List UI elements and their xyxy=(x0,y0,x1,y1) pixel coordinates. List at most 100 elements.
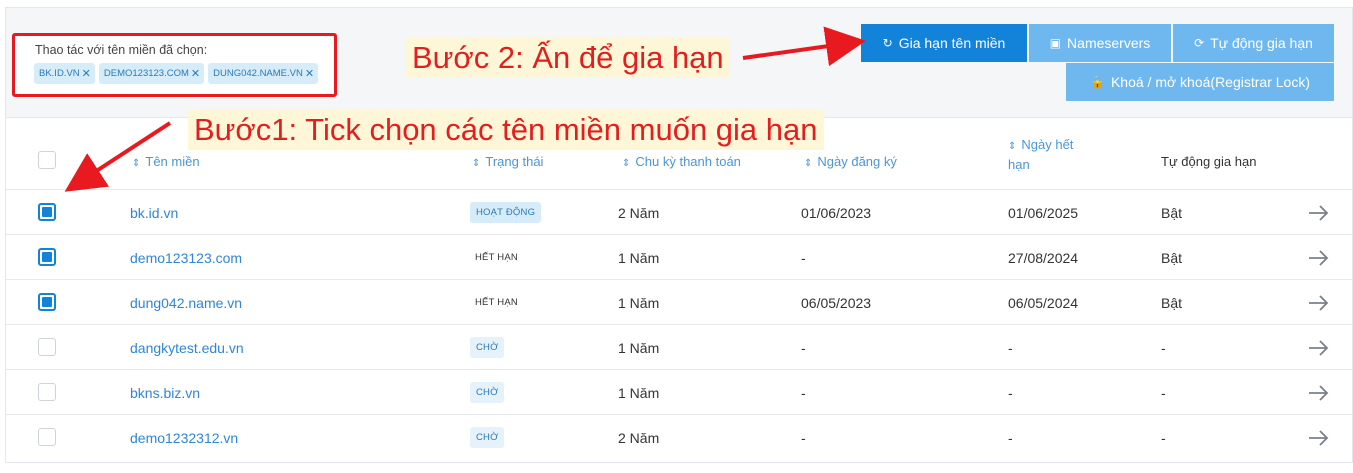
column-header-domain[interactable]: ⇕ Tên miền xyxy=(132,154,200,169)
sort-icon: ⇕ xyxy=(472,158,481,169)
step1-annotation: Bước1: Tick chọn các tên miền muốn gia h… xyxy=(188,110,824,150)
domain-name-cell[interactable]: demo1232312.vn xyxy=(130,415,238,460)
billing-cycle-cell: 1 Năm xyxy=(618,294,660,311)
expiry-date-cell: 01/06/2025 xyxy=(1008,204,1079,221)
registered-date-cell: - xyxy=(801,249,806,266)
status-cell: HOẠT ĐỘNG xyxy=(470,190,542,235)
status-cell: CHỜ xyxy=(470,325,505,370)
selected-domain-chips: BK.ID.VN ✕ DEMO123123.COM ✕ DUNG042.NAME.V… xyxy=(34,63,334,84)
status-badge: HẾT HẠN xyxy=(475,297,518,308)
row-detail-button[interactable] xyxy=(1308,280,1330,325)
table-row[interactable]: demo123123.com HẾT HẠN 1 Năm - 27/08/2024 Bật xyxy=(6,234,1352,279)
remove-chip-icon[interactable]: ✕ xyxy=(305,67,314,80)
auto-renew-button[interactable]: ⟳ Tự động gia hạn xyxy=(1173,24,1334,62)
domain-name-cell[interactable]: dangkytest.edu.vn xyxy=(130,325,244,370)
billing-cycle-cell: 1 Năm xyxy=(618,339,660,356)
row-checkbox[interactable] xyxy=(38,383,56,401)
status-badge: HẾT HẠN xyxy=(475,252,518,263)
status-badge: HOẠT ĐỘNG xyxy=(470,202,542,223)
selected-domain-chip[interactable]: DEMO123123.COM ✕ xyxy=(98,63,205,84)
expiry-date-cell: - xyxy=(1008,384,1013,401)
arrow-right-icon xyxy=(1309,384,1329,401)
column-header-expiry-date[interactable]: ⇕ Ngày hết hạn xyxy=(1008,136,1073,174)
domain-name-cell[interactable]: bkns.biz.vn xyxy=(130,370,200,415)
nameservers-button[interactable]: ▣ Nameservers xyxy=(1029,24,1171,62)
column-header-billing-cycle[interactable]: ⇕ Chu kỳ thanh toán xyxy=(622,154,741,169)
arrow-right-icon xyxy=(1309,204,1329,221)
status-cell: CHỜ xyxy=(470,370,505,415)
column-header-status[interactable]: ⇕ Trạng thái xyxy=(472,154,543,169)
refresh-icon: ↻ xyxy=(882,36,893,50)
row-checkbox[interactable] xyxy=(38,248,56,266)
remove-chip-icon[interactable]: ✕ xyxy=(82,67,91,80)
auto-renew-cell: - xyxy=(1161,339,1166,356)
registered-date-cell: - xyxy=(801,339,806,356)
row-checkbox[interactable] xyxy=(38,293,56,311)
renew-domain-button[interactable]: ↻ Gia hạn tên miền xyxy=(861,24,1027,62)
arrow-right-icon xyxy=(1309,294,1329,311)
row-detail-button[interactable] xyxy=(1308,415,1330,460)
row-detail-button[interactable] xyxy=(1308,370,1330,415)
domain-link[interactable]: dangkytest.edu.vn xyxy=(130,340,244,356)
domain-link[interactable]: demo1232312.vn xyxy=(130,430,238,446)
column-header-registered-date[interactable]: ⇕ Ngày đăng ký xyxy=(804,154,897,169)
remove-chip-icon[interactable]: ✕ xyxy=(191,67,200,80)
auto-renew-cell: Bật xyxy=(1161,204,1183,221)
domain-link[interactable]: demo123123.com xyxy=(130,250,242,266)
sync-icon: ⟳ xyxy=(1194,36,1205,50)
status-cell: HẾT HẠN xyxy=(470,280,523,325)
status-badge: CHỜ xyxy=(470,337,505,358)
registered-date-cell: - xyxy=(801,384,806,401)
selected-domains-box: Thao tác với tên miền đã chọn: BK.ID.VN ✕… xyxy=(12,33,337,97)
domain-name-cell[interactable]: bk.id.vn xyxy=(130,190,178,235)
expiry-date-cell: 06/05/2024 xyxy=(1008,294,1079,311)
registrar-lock-button[interactable]: 🔒 Khoá / mở khoá(Registrar Lock) xyxy=(1066,63,1334,101)
auto-renew-cell: Bật xyxy=(1161,294,1183,311)
billing-cycle-cell: 2 Năm xyxy=(618,204,660,221)
column-header-auto-renew: Tự động gia hạn xyxy=(1161,154,1257,169)
expiry-date-cell: 27/08/2024 xyxy=(1008,249,1079,266)
table-row[interactable]: dung042.name.vn HẾT HẠN 1 Năm 06/05/2023 06/… xyxy=(6,279,1352,324)
table-row[interactable]: bk.id.vn HOẠT ĐỘNG 2 Năm 01/06/2023 01/06/20… xyxy=(6,189,1352,234)
domain-link[interactable]: dung042.name.vn xyxy=(130,295,242,311)
domain-link[interactable]: bk.id.vn xyxy=(130,205,178,221)
domain-name-cell[interactable]: demo123123.com xyxy=(130,235,242,280)
table-row[interactable]: dangkytest.edu.vn CHỜ 1 Năm - - - xyxy=(6,324,1352,369)
selected-domains-title: Thao tác với tên miền đã chọn: xyxy=(35,43,208,57)
table-row[interactable]: demo1232312.vn CHỜ 2 Năm - - - xyxy=(6,414,1352,459)
selected-domain-chip[interactable]: DUNG042.NAME.VN ✕ xyxy=(208,63,319,84)
registered-date-cell: - xyxy=(801,429,806,446)
row-detail-button[interactable] xyxy=(1308,190,1330,235)
registered-date-cell: 06/05/2023 xyxy=(801,294,872,311)
sort-icon: ⇕ xyxy=(622,158,631,169)
auto-renew-cell: Bật xyxy=(1161,249,1183,266)
expiry-date-cell: - xyxy=(1008,339,1013,356)
auto-renew-cell: - xyxy=(1161,384,1166,401)
table-row[interactable]: bkns.biz.vn CHỜ 1 Năm - - - xyxy=(6,369,1352,414)
selected-domain-chip[interactable]: BK.ID.VN ✕ xyxy=(34,63,95,84)
billing-cycle-cell: 2 Năm xyxy=(618,429,660,446)
domain-link[interactable]: bkns.biz.vn xyxy=(130,385,200,401)
registered-date-cell: 01/06/2023 xyxy=(801,204,872,221)
sort-icon: ⇕ xyxy=(804,158,813,169)
domain-name-cell[interactable]: dung042.name.vn xyxy=(130,280,242,325)
status-badge: CHỜ xyxy=(470,382,505,403)
billing-cycle-cell: 1 Năm xyxy=(618,249,660,266)
status-badge: CHỜ xyxy=(470,427,505,448)
expiry-date-cell: - xyxy=(1008,429,1013,446)
lock-icon: 🔒 xyxy=(1090,75,1105,89)
select-all-checkbox[interactable] xyxy=(38,151,56,169)
sort-icon: ⇕ xyxy=(1008,141,1017,152)
row-checkbox[interactable] xyxy=(38,428,56,446)
row-detail-button[interactable] xyxy=(1308,325,1330,370)
server-icon: ▣ xyxy=(1049,36,1062,50)
step2-annotation: Bước 2: Ấn để gia hạn xyxy=(406,38,730,78)
row-checkbox[interactable] xyxy=(38,203,56,221)
billing-cycle-cell: 1 Năm xyxy=(618,384,660,401)
arrow-right-icon xyxy=(1309,339,1329,356)
status-cell: HẾT HẠN xyxy=(470,235,523,280)
arrow-right-icon xyxy=(1309,249,1329,266)
row-detail-button[interactable] xyxy=(1308,235,1330,280)
arrow-right-icon xyxy=(1309,429,1329,446)
row-checkbox[interactable] xyxy=(38,338,56,356)
